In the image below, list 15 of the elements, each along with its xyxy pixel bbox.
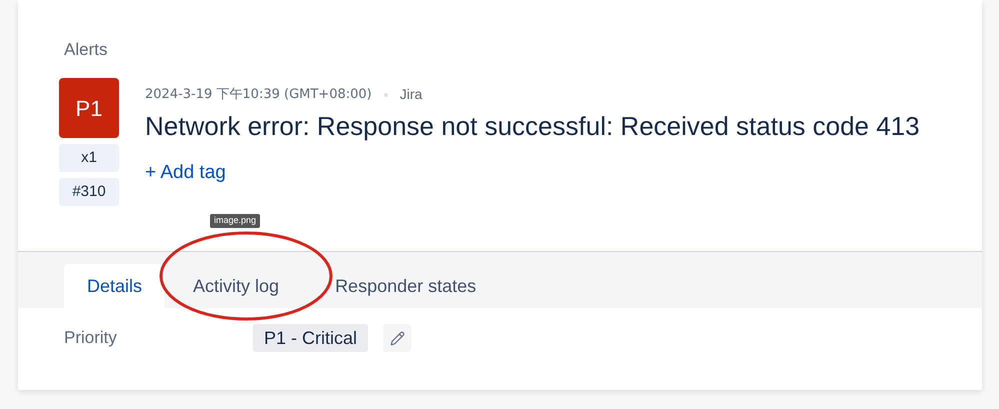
- edit-button[interactable]: [383, 324, 412, 352]
- priority-badge: P1: [59, 78, 119, 138]
- priority-value: P1 - Critical: [253, 324, 368, 352]
- count-badge: x1: [59, 144, 119, 172]
- section-title: Alerts: [64, 40, 108, 60]
- tab[interactable]: Details: [64, 264, 166, 308]
- tab[interactable]: Responder states: [307, 264, 504, 308]
- pencil-icon: [390, 330, 405, 346]
- alert-message: Network error: Response not successful: Received status code 413: [145, 110, 920, 143]
- alert-timestamp: 2024-3-19 下午10:39 (GMT+08:00): [145, 86, 372, 104]
- alert-number: #310: [59, 178, 119, 206]
- add-tag-link[interactable]: + Add tag: [145, 159, 226, 188]
- alert-source: Jira: [400, 85, 422, 104]
- tooltip: image.png: [210, 214, 260, 228]
- field-label: Priority: [64, 327, 118, 350]
